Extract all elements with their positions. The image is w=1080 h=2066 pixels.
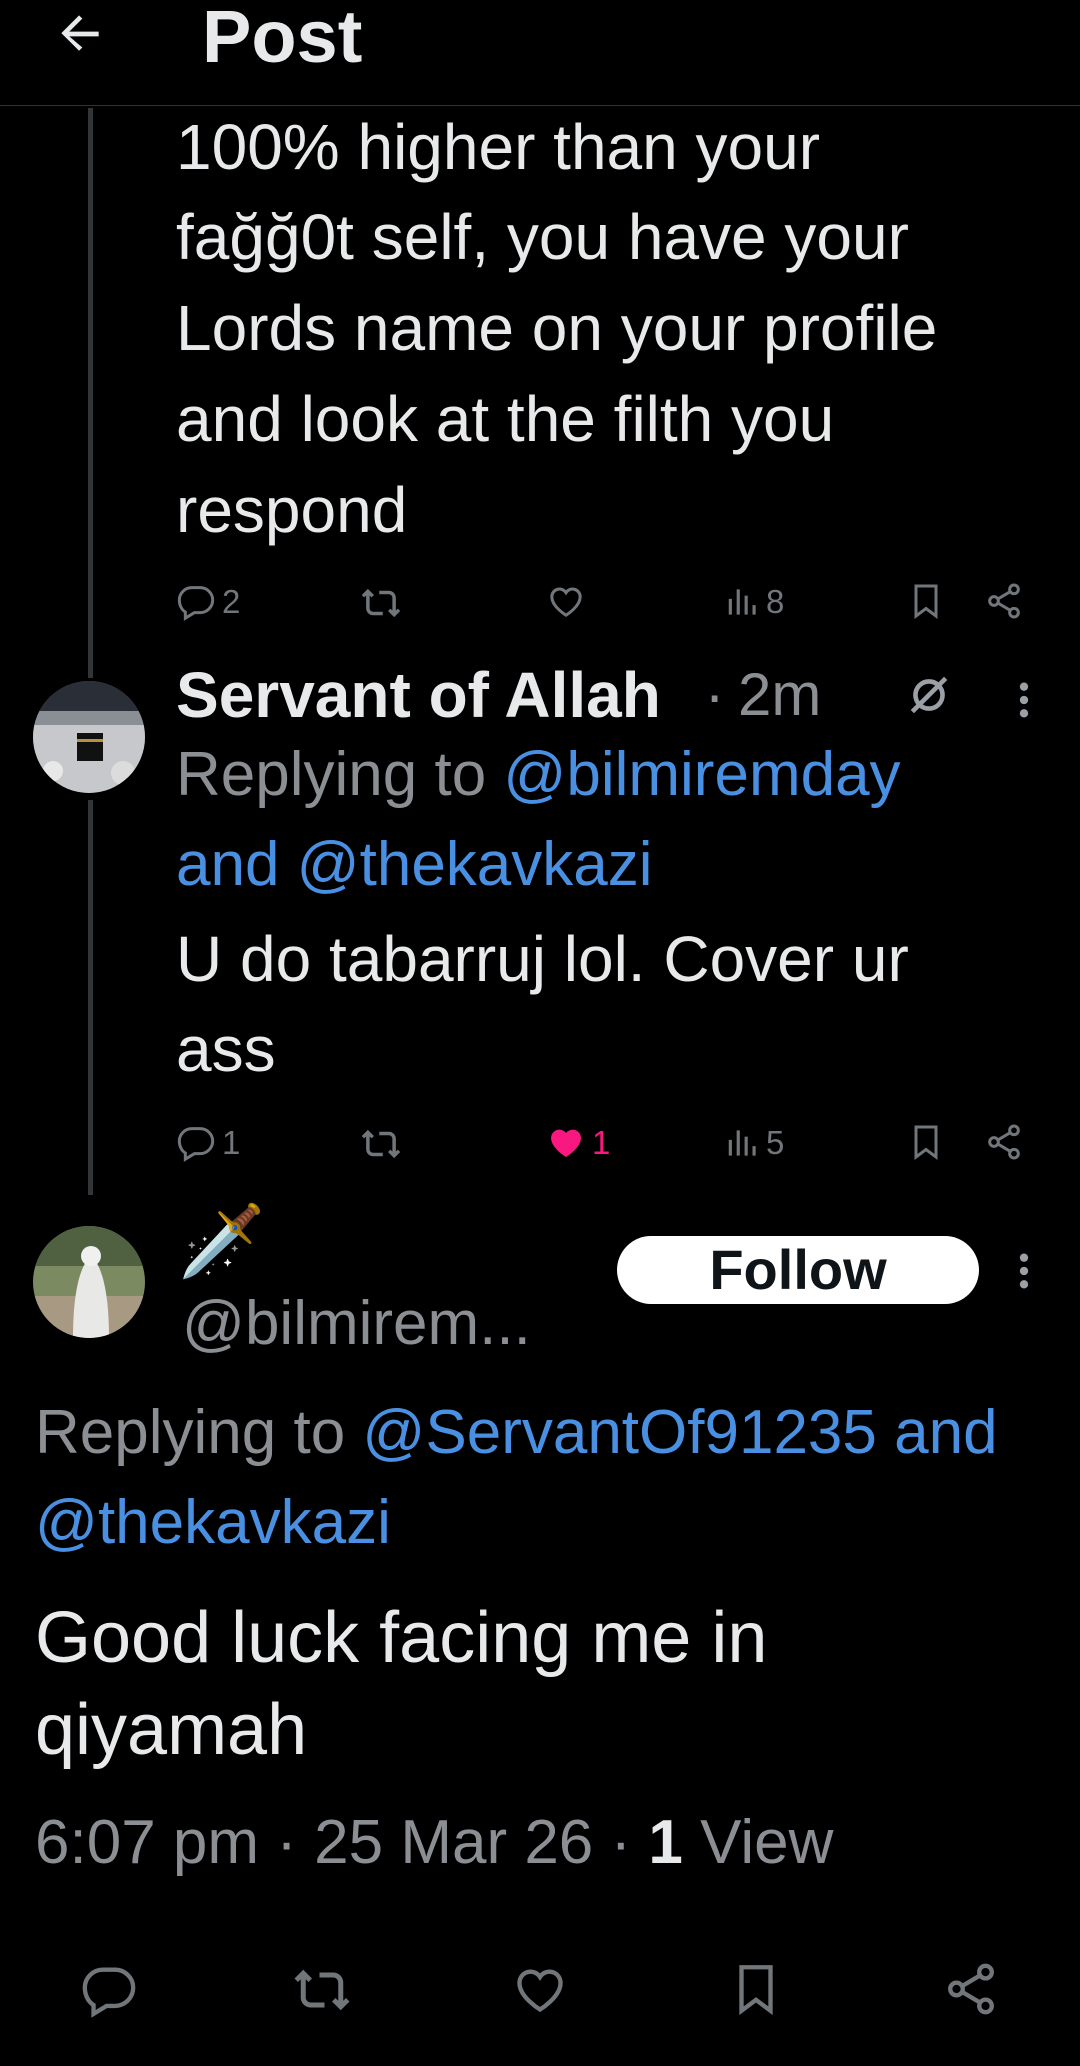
separator: · [259,1808,315,1877]
replying-to-line-1: Replying to @ServantOf91235 and [35,1392,1080,1474]
view-label: View [682,1808,834,1877]
retweet-icon[interactable] [360,1123,402,1165]
muted-grok-icon[interactable] [904,670,954,720]
like-icon[interactable] [511,1960,569,2018]
tweet-1-line-5: respond [176,474,408,546]
replying-and: and [876,1398,998,1467]
replying-to-line-2: and @thekavkazi [176,824,653,906]
replying-to-line-1: Replying to @bilmiremday [176,734,901,816]
share-icon[interactable] [984,1122,1024,1162]
like-icon[interactable] [546,1122,586,1162]
bookmark-icon[interactable] [727,1960,785,2018]
back-arrow-icon[interactable] [52,6,108,62]
thread-line-top [88,108,93,678]
tweet-1-line-1: 100% higher than your [176,111,820,183]
thread-line-middle [88,800,93,1195]
display-name[interactable]: 🗡️ [178,1196,265,1286]
share-icon[interactable] [942,1960,1000,2018]
reply-count: 1 [222,1124,241,1161]
mention-link[interactable]: @thekavkazi [297,830,653,899]
reply-count: 2 [222,583,241,620]
author-name[interactable]: Servant of Allah [176,654,661,736]
post-meta: 6:07 pm · 25 Mar 26 · 1 View [35,1802,833,1884]
like-count: 1 [592,1124,611,1161]
more-icon[interactable] [1014,1251,1034,1291]
separator: · [593,1808,649,1877]
share-icon[interactable] [984,581,1024,621]
page-title: Post [202,0,363,78]
reply-icon[interactable] [176,581,216,621]
tweet-2-line-1: U do tabarruj lol. Cover ur [176,923,909,995]
main-post-line-1: Good luck facing me in [35,1598,768,1678]
views-count: 5 [766,1124,785,1161]
mention-link[interactable]: @thekavkazi [35,1482,391,1564]
views-icon[interactable] [724,1124,762,1162]
user-handle[interactable]: @bilmirem... [182,1283,531,1365]
mention-link[interactable]: @bilmiremday [503,740,900,809]
avatar[interactable] [33,1226,145,1338]
bookmark-icon[interactable] [906,1122,946,1162]
views-icon[interactable] [724,583,762,621]
like-icon[interactable] [546,581,586,621]
post-time[interactable]: 6:07 pm [35,1808,259,1877]
tweet-1-line-3: Lords name on your profile [176,292,938,364]
post-date[interactable]: 25 Mar 26 [314,1808,593,1877]
more-icon[interactable] [1014,680,1034,720]
main-post-line-2: qiyamah [35,1690,308,1770]
view-count: 1 [648,1808,683,1877]
tweet-1-line-2: fağğ0t self, you have your [176,201,909,273]
replying-prefix: Replying to [35,1398,363,1467]
retweet-icon[interactable] [360,582,402,624]
bookmark-icon[interactable] [906,581,946,621]
reply-icon[interactable] [176,1122,216,1162]
separator: · [688,661,742,728]
reply-icon[interactable] [80,1960,138,2018]
views-count: 8 [766,583,785,620]
replying-prefix: Replying to [176,740,504,809]
follow-button[interactable]: Follow [617,1236,979,1304]
post-time[interactable]: 2m [738,654,821,736]
tweet-2-line-2: ass [176,1013,276,1085]
replying-and: and [176,830,297,899]
avatar[interactable] [33,681,145,793]
retweet-icon[interactable] [292,1960,352,2020]
tweet-1-line-4: and look at the filth you [176,383,835,455]
mention-link[interactable]: @ServantOf91235 [362,1398,876,1467]
